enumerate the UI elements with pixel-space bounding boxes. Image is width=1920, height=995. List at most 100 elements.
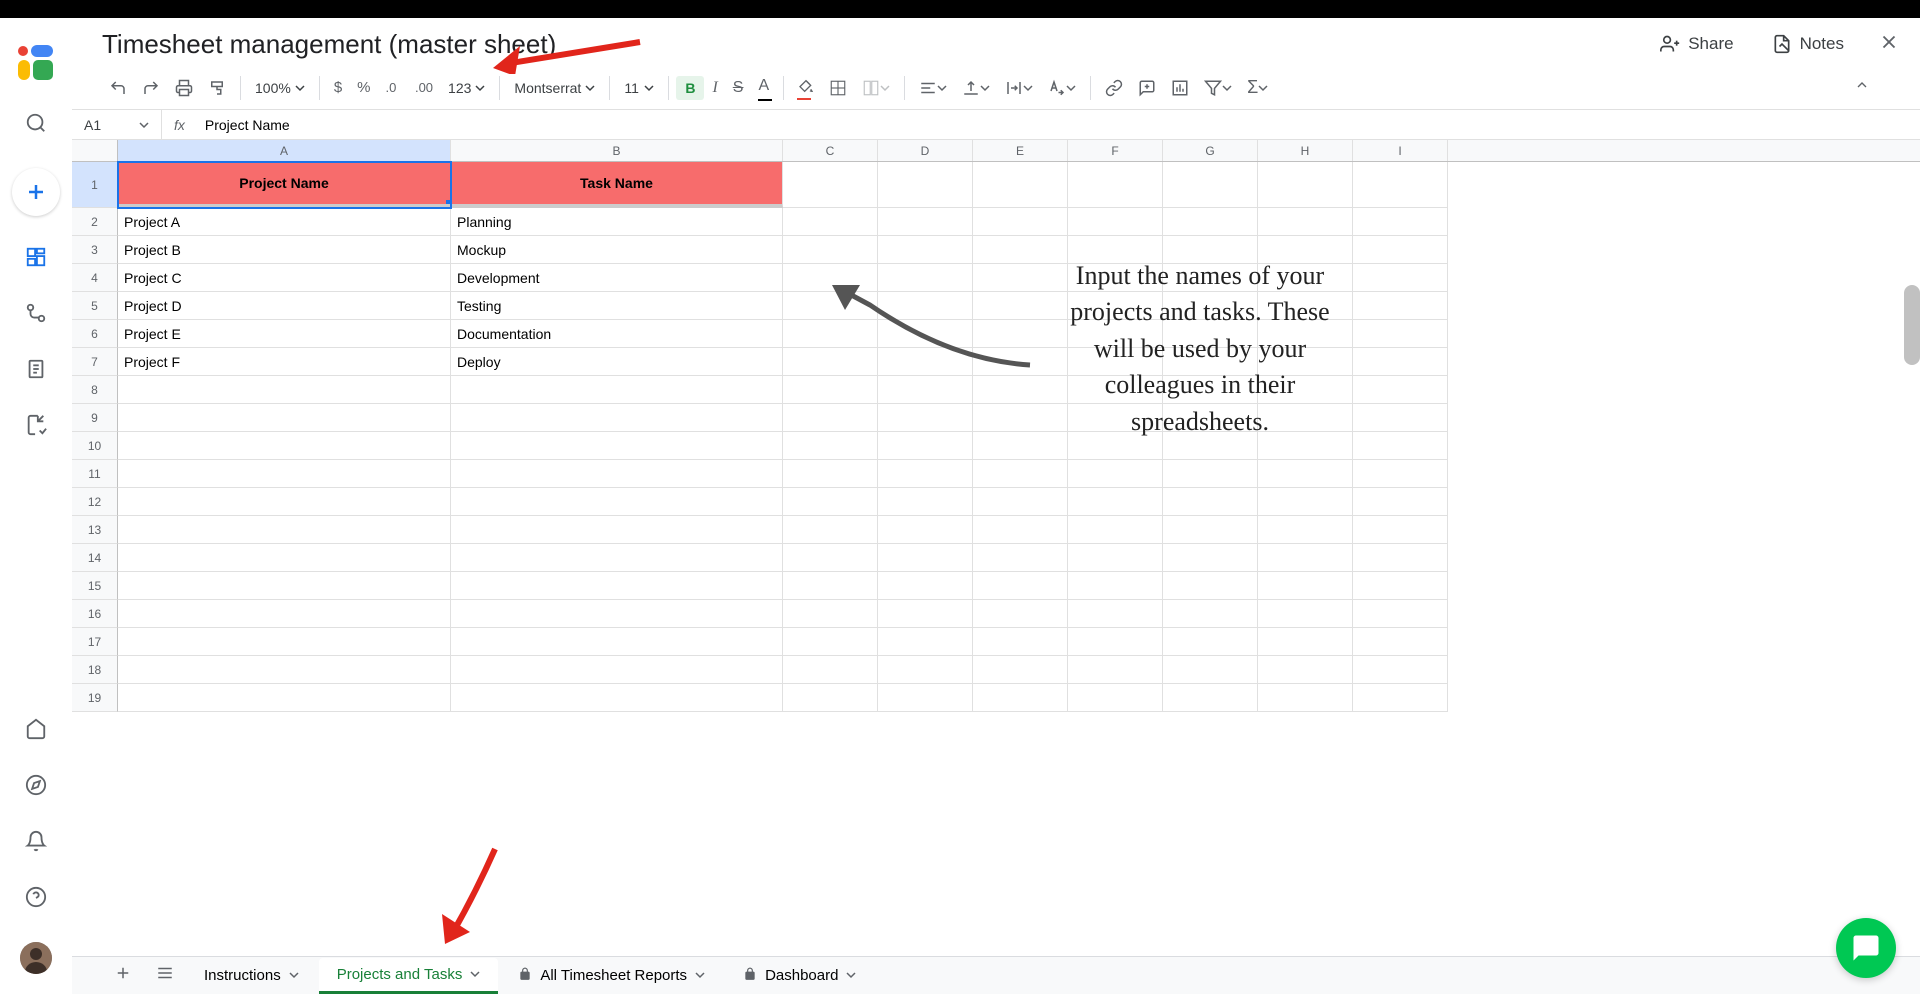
chat-bubble-button[interactable] (1836, 918, 1896, 978)
cell[interactable] (118, 684, 451, 712)
cell[interactable] (1353, 236, 1448, 264)
cell[interactable] (1258, 684, 1353, 712)
cell[interactable] (973, 432, 1068, 460)
row-header[interactable]: 9 (72, 404, 118, 432)
cell[interactable] (451, 572, 783, 600)
cell[interactable] (973, 684, 1068, 712)
cell[interactable] (1353, 628, 1448, 656)
cell[interactable] (878, 460, 973, 488)
cell[interactable] (118, 404, 451, 432)
cell[interactable] (783, 404, 878, 432)
home-icon[interactable] (25, 718, 47, 740)
cell[interactable]: Project B (118, 236, 451, 264)
cell[interactable] (451, 376, 783, 404)
cell[interactable]: Documentation (451, 320, 783, 348)
cell[interactable] (1068, 600, 1163, 628)
cell[interactable] (783, 264, 878, 292)
cell[interactable] (1258, 460, 1353, 488)
sheet-tab[interactable]: Dashboard (725, 958, 874, 993)
cell[interactable] (451, 600, 783, 628)
cell[interactable] (973, 572, 1068, 600)
cell[interactable] (783, 208, 878, 236)
cell[interactable] (973, 628, 1068, 656)
comment-button[interactable] (1131, 74, 1163, 102)
cell[interactable] (878, 544, 973, 572)
cell[interactable] (1353, 656, 1448, 684)
cell[interactable] (878, 208, 973, 236)
cell[interactable] (878, 628, 973, 656)
cell-reference[interactable]: A1 (72, 110, 162, 139)
cell[interactable] (1068, 544, 1163, 572)
cell[interactable] (878, 376, 973, 404)
row-header[interactable]: 17 (72, 628, 118, 656)
cell[interactable] (118, 600, 451, 628)
italic-button[interactable]: I (705, 74, 724, 102)
formula-input[interactable] (197, 117, 1920, 133)
collapse-toolbar-button[interactable] (1854, 77, 1870, 98)
cell[interactable] (973, 544, 1068, 572)
cell[interactable] (878, 488, 973, 516)
cell[interactable] (783, 516, 878, 544)
cell[interactable] (1068, 684, 1163, 712)
compass-icon[interactable] (25, 774, 47, 796)
scrollbar-vertical[interactable] (1904, 285, 1920, 365)
undo-button[interactable] (102, 74, 134, 102)
cell[interactable] (783, 292, 878, 320)
bold-button[interactable]: B (676, 76, 704, 100)
notes-button[interactable]: Notes (1758, 28, 1858, 60)
cell[interactable] (1353, 348, 1448, 376)
row-header[interactable]: 3 (72, 236, 118, 264)
zoom-selector[interactable]: 100% (248, 75, 312, 101)
cell[interactable] (1068, 488, 1163, 516)
cell[interactable] (1353, 264, 1448, 292)
cell[interactable] (783, 628, 878, 656)
cell[interactable] (878, 320, 973, 348)
cell[interactable] (783, 488, 878, 516)
cell[interactable] (878, 432, 973, 460)
row-header[interactable]: 15 (72, 572, 118, 600)
share-button[interactable]: Share (1646, 28, 1747, 60)
cell[interactable] (451, 656, 783, 684)
cell[interactable] (1163, 656, 1258, 684)
cell[interactable] (973, 404, 1068, 432)
cell[interactable]: Project E (118, 320, 451, 348)
edit-doc-icon[interactable] (25, 414, 47, 436)
cell[interactable] (973, 208, 1068, 236)
row-header[interactable]: 10 (72, 432, 118, 460)
column-header[interactable]: B (451, 140, 783, 161)
cell[interactable] (451, 488, 783, 516)
row-header[interactable]: 16 (72, 600, 118, 628)
cell[interactable] (1068, 572, 1163, 600)
cell[interactable] (878, 404, 973, 432)
cell[interactable] (1163, 488, 1258, 516)
cell[interactable] (1353, 208, 1448, 236)
cell[interactable] (451, 432, 783, 460)
cell[interactable] (118, 656, 451, 684)
search-icon[interactable] (25, 112, 47, 134)
close-button[interactable] (1878, 31, 1900, 58)
cell[interactable] (783, 544, 878, 572)
align-horizontal-button[interactable] (912, 74, 954, 102)
cell[interactable] (1163, 460, 1258, 488)
text-color-button[interactable]: A (751, 72, 776, 103)
cell[interactable] (973, 656, 1068, 684)
cell[interactable]: Project A (118, 208, 451, 236)
strikethrough-button[interactable]: S (726, 74, 751, 102)
cell[interactable] (783, 656, 878, 684)
cell[interactable] (1353, 600, 1448, 628)
cell[interactable] (973, 320, 1068, 348)
all-sheets-button[interactable] (146, 956, 184, 995)
grid-icon[interactable] (25, 246, 47, 268)
cell[interactable] (1353, 516, 1448, 544)
cell[interactable] (783, 376, 878, 404)
cell[interactable] (878, 292, 973, 320)
row-header[interactable]: 18 (72, 656, 118, 684)
cell[interactable] (451, 404, 783, 432)
document-title[interactable]: Timesheet management (master sheet) (102, 29, 556, 60)
cell[interactable] (878, 236, 973, 264)
cell[interactable] (1163, 572, 1258, 600)
cell[interactable] (118, 628, 451, 656)
cell[interactable] (118, 544, 451, 572)
cell[interactable] (1258, 544, 1353, 572)
cell[interactable] (1258, 516, 1353, 544)
